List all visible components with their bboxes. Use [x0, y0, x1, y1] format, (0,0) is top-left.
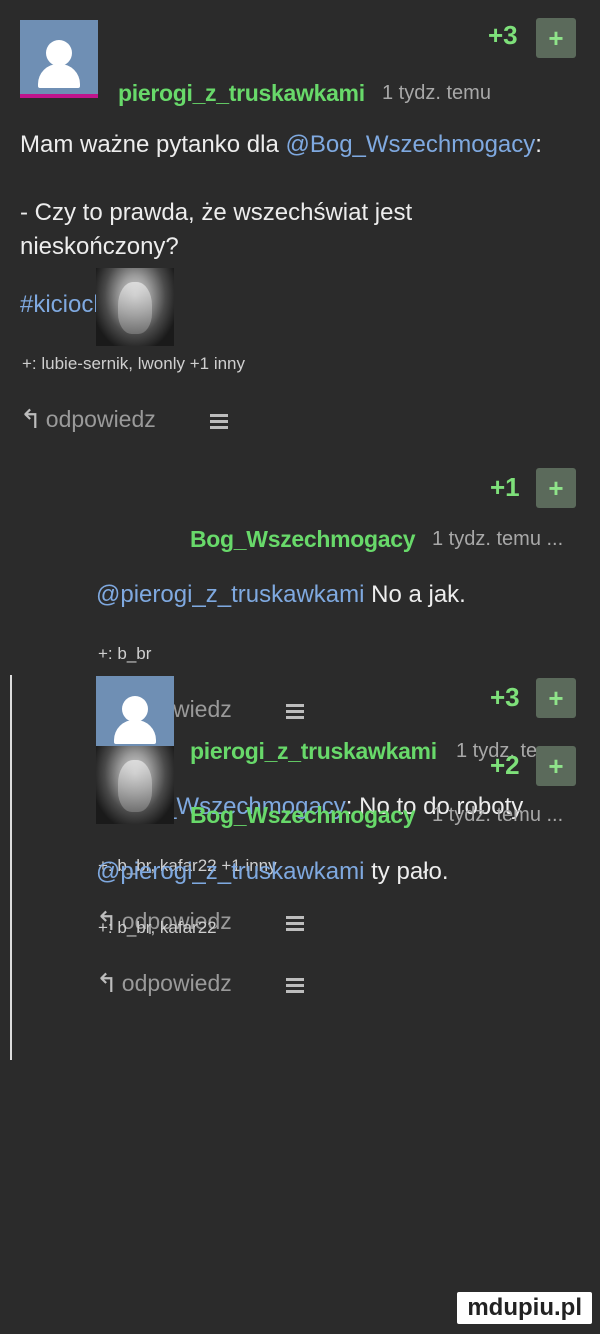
likes-list[interactable]: +: b_br: [98, 644, 151, 664]
comment-body: @pierogi_z_truskawkami No a jak.: [96, 578, 586, 612]
vote-count: +2: [490, 750, 520, 780]
comment-body: Mam ważne pytanko dla @Bog_Wszechmogacy:: [20, 128, 590, 162]
comment-text: No a jak.: [364, 581, 466, 608]
reply-button[interactable]: ↰ odpowiedz: [96, 968, 232, 999]
question-line-1: - Czy to prawda, że wszechświat jest: [20, 199, 413, 226]
upvote-button[interactable]: +: [536, 746, 576, 786]
upvote-button[interactable]: +: [536, 678, 576, 718]
comment-time: 1 tydz. temu: [382, 82, 491, 104]
menu-lines-icon[interactable]: [286, 916, 304, 931]
comment-body: @pierogi_z_truskawkami ty pało.: [96, 855, 586, 889]
vote-count: +1: [490, 472, 520, 502]
default-avatar-icon[interactable]: [20, 20, 98, 98]
comment-author[interactable]: Bog_Wszechmogacy: [190, 802, 416, 829]
upvote-button[interactable]: +: [536, 468, 576, 508]
reply-button[interactable]: ↰ odpowiedz: [20, 404, 156, 435]
question-line-2: nieskończony?: [20, 233, 179, 260]
watermark: mdupiu.pl: [457, 1292, 592, 1324]
comment-time: 1 tydz. temu ...: [432, 804, 564, 826]
reply-arrow-icon: ↰: [20, 404, 42, 434]
comment-author[interactable]: pierogi_z_truskawkami: [190, 738, 437, 765]
likes-list[interactable]: +: lubie-sernik, lwonly +1 inny: [22, 354, 245, 374]
mention-link[interactable]: @pierogi_z_truskawkami: [96, 858, 364, 885]
comment-text-colon: :: [535, 131, 542, 158]
reply-label: odpowiedz: [121, 970, 232, 996]
menu-lines-icon[interactable]: [286, 978, 304, 993]
comment-question: - Czy to prawda, że wszechświat jest nie…: [20, 196, 590, 264]
comment-author[interactable]: Bog_Wszechmogacy: [190, 526, 416, 553]
comment-author[interactable]: pierogi_z_truskawkami: [118, 80, 365, 107]
reply-arrow-icon: ↰: [96, 968, 118, 998]
vote-count: +3: [488, 20, 518, 50]
reply-label: odpowiedz: [45, 406, 156, 432]
thread-indicator-line: [10, 675, 12, 1060]
vote-count: +3: [490, 682, 520, 712]
upvote-button[interactable]: +: [536, 18, 576, 58]
mention-link[interactable]: @pierogi_z_truskawkami: [96, 581, 364, 608]
comment-text: ty pało.: [364, 858, 449, 885]
bearded-man-avatar[interactable]: [96, 746, 174, 824]
menu-lines-icon[interactable]: [286, 704, 304, 719]
default-avatar-icon[interactable]: [96, 676, 174, 754]
comment-text: Mam ważne pytanko dla: [20, 131, 286, 158]
menu-lines-icon[interactable]: [210, 414, 228, 429]
comment-time: 1 tydz. temu ...: [432, 528, 564, 550]
bearded-man-avatar[interactable]: [96, 268, 174, 346]
mention-link[interactable]: @Bog_Wszechmogacy: [285, 131, 535, 158]
likes-list[interactable]: +: b_br, kafar22: [98, 918, 217, 938]
